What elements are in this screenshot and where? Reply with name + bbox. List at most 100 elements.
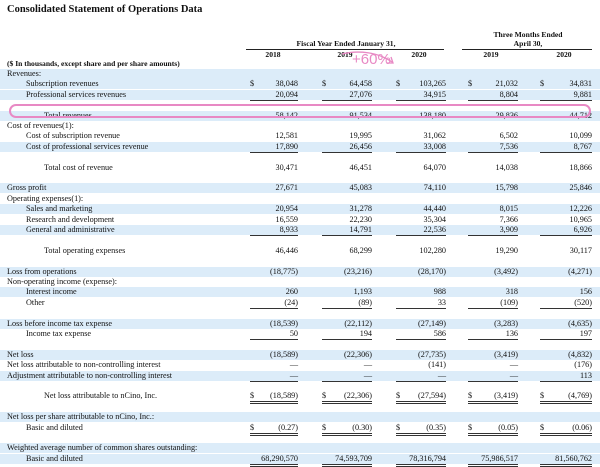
cell-value: 68,290,570 xyxy=(250,454,298,467)
row-label: Cost of revenues(1): xyxy=(7,121,74,130)
cell-value: 6,502 xyxy=(499,131,518,141)
table-row: Interest income 260 1,193 988 318 156 xyxy=(0,287,600,298)
cell-value: (3,419) xyxy=(494,349,518,359)
cell-value: (28,170) xyxy=(418,266,446,276)
cell-value: 21,032 xyxy=(495,79,518,89)
row-label: Revenues: xyxy=(7,69,42,78)
cell-value: 18,866 xyxy=(569,162,592,172)
units-note-row: ($ In thousands, except share and per sh… xyxy=(0,59,600,69)
cell-value: — xyxy=(322,371,372,382)
row-label: Subscription revenues xyxy=(26,79,99,89)
cell-value: (3,492) xyxy=(494,266,518,276)
cell-value: (18,539) xyxy=(270,318,298,328)
table-row: Basic and diluted $ (0.27) $ (0.30) $ (0.35) $(… xyxy=(0,422,600,436)
table-row: Professional services revenues 20,094 27,0… xyxy=(0,89,600,101)
cell-value: — xyxy=(250,371,298,382)
cell-value: 6,926 xyxy=(540,225,592,236)
row-label: Operating expenses(1): xyxy=(7,193,84,203)
table-row: Total cost of revenue 30,471 46,451 64,070 1… xyxy=(0,163,600,173)
table-row: Income tax expense 50 194 586 136 197 xyxy=(0,329,600,340)
cell-value: 27,076 xyxy=(322,90,372,101)
table-row: Research and development 16,559 22,230 35,3… xyxy=(0,215,600,225)
cell-value: 30,117 xyxy=(569,245,592,255)
row-label: Loss before income tax expense xyxy=(7,318,113,328)
table-row: Other (24) (89) 33 (109) (520) xyxy=(0,297,600,309)
cell-value: 1,193 xyxy=(353,287,372,297)
cell-value: 22,230 xyxy=(349,214,372,224)
cell-value: 7,366 xyxy=(499,214,518,224)
row-label: Professional services revenues xyxy=(26,89,127,99)
cell-value: 31,278 xyxy=(349,204,372,214)
cell-value: (176) xyxy=(574,360,592,370)
table-row: Net loss attributable to non-controlling… xyxy=(0,360,600,370)
cell-value: 136 xyxy=(468,329,518,340)
table-row: Loss from operations (18,775) (23,216) (28,… xyxy=(0,266,600,277)
row-label: Cost of subscription revenue xyxy=(26,131,120,141)
cell-value: (22,112) xyxy=(344,318,372,328)
row-label: Sales and marketing xyxy=(26,204,93,214)
row-label: Income tax expense xyxy=(26,329,92,338)
cell-value: (4,635) xyxy=(568,318,592,328)
cell-value: 20,094 xyxy=(250,90,298,101)
cell-value: 8,015 xyxy=(499,204,518,214)
cell-value: 102,280 xyxy=(419,245,446,255)
cell-value: 10,099 xyxy=(569,131,592,141)
table-row: Cost of professional services revenue 17,… xyxy=(0,141,600,153)
cell-value: 64,458 xyxy=(349,79,372,89)
cell-value: 14,791 xyxy=(322,225,372,236)
row-label: Other xyxy=(26,297,45,307)
row-label: Net loss attributable to non-controlling… xyxy=(7,360,161,370)
row-label: Net loss attributable to nCino, Inc. xyxy=(44,391,158,401)
cell-value: 988 xyxy=(433,287,446,297)
row-label: Non-operating income (expense): xyxy=(7,277,118,286)
table-row: Gross profit 27,671 45,083 74,110 15,798 25,8… xyxy=(0,183,600,194)
cell-value: 8,767 xyxy=(540,142,592,153)
cell-value: 78,316,794 xyxy=(396,454,446,467)
units-note: ($ In thousands, except share and per sh… xyxy=(7,59,180,68)
cell-value: 19,290 xyxy=(495,245,518,255)
cell-value: 35,304 xyxy=(423,214,446,224)
row-label: Net loss xyxy=(7,349,34,359)
row-label: Total operating expenses xyxy=(44,245,126,255)
cell-value: 22,536 xyxy=(396,225,446,236)
spacer-row xyxy=(0,339,600,349)
cell-value: 17,890 xyxy=(250,142,298,153)
cell-value: (27,149) xyxy=(418,318,446,328)
three-months-header-line2: April 30, xyxy=(513,39,543,48)
cell-value: 10,965 xyxy=(569,214,592,224)
cell-value: 64,070 xyxy=(423,162,446,172)
row-label: Total cost of revenue xyxy=(44,162,113,172)
cell-value: 81,560,762 xyxy=(540,454,592,467)
cell-value: (141) xyxy=(428,360,446,370)
cell-value: 113 xyxy=(540,371,592,382)
cell-value: 260 xyxy=(285,287,298,297)
row-label: Interest income xyxy=(26,287,77,297)
cell-value: 14,038 xyxy=(495,162,518,172)
document-title: Consolidated Statement of Operations Dat… xyxy=(7,4,203,15)
cell-value: 8,804 xyxy=(468,90,518,101)
table-row: Weighted average number of common shares… xyxy=(0,443,600,454)
cell-value: 194 xyxy=(322,329,372,340)
row-label: Basic and diluted xyxy=(26,422,83,432)
cell-value: 38,048 xyxy=(275,79,298,89)
cell-value: — xyxy=(289,360,298,370)
spacer-row xyxy=(0,402,600,412)
cell-value: 15,798 xyxy=(495,183,518,193)
cell-value: 34,915 xyxy=(396,90,446,101)
cell-value: 26,456 xyxy=(322,142,372,153)
cell-value: 33,008 xyxy=(396,142,446,153)
cell-value: (89) xyxy=(322,298,372,309)
year-header: 2019 xyxy=(483,50,499,59)
table-row: Revenues: xyxy=(0,69,600,79)
table-row: Total operating expenses 46,446 68,299 102,… xyxy=(0,246,600,256)
table-row: General and administrative 8,933 14,791 22,… xyxy=(0,225,600,236)
cell-value: 197 xyxy=(540,329,592,340)
table-row: Non-operating income (expense): xyxy=(0,277,600,287)
spacer-row xyxy=(0,256,600,266)
table-row: Loss before income tax expense (18,539) (2… xyxy=(0,318,600,329)
year-header: 2020 xyxy=(411,50,427,59)
cell-value: 45,083 xyxy=(349,183,372,193)
cell-value: 46,451 xyxy=(349,162,372,172)
cell-value: (22,306) xyxy=(344,349,372,359)
cell-value: (520) xyxy=(540,298,592,309)
